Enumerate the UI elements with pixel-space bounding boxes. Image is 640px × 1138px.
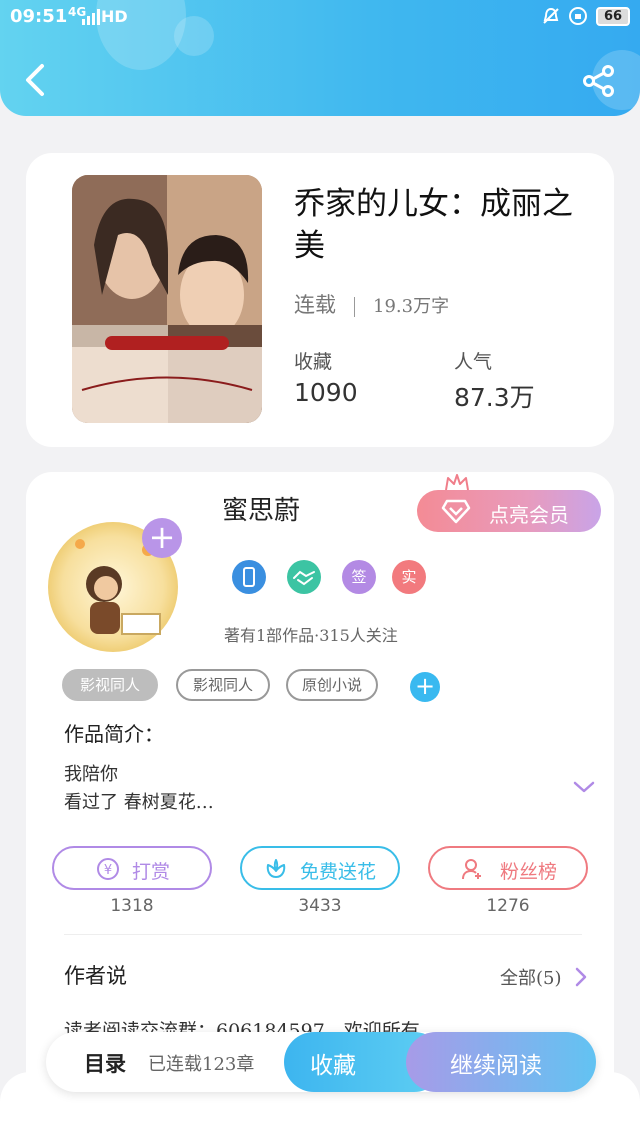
add-tag-button[interactable]: + <box>410 672 440 702</box>
chevron-right-icon[interactable] <box>574 966 588 988</box>
toc-button[interactable]: 目录 <box>84 1048 126 1078</box>
status-time: 09:51 <box>10 6 68 27</box>
fans-count: 1276 <box>486 896 530 916</box>
continue-reading-label: 继续阅读 <box>450 1053 542 1079</box>
serial-status: 连载 <box>294 293 336 317</box>
flower-count: 3433 <box>298 896 342 916</box>
flower-icon <box>266 859 286 878</box>
phone-icon <box>243 567 255 587</box>
chapter-count[interactable]: 已连载123章 <box>148 1050 254 1076</box>
vip-button-label: 点亮会员 <box>489 503 569 527</box>
back-arrow-icon[interactable] <box>20 62 50 98</box>
intro-title: 作品简介： <box>64 722 164 746</box>
tag-item[interactable]: 影视同人 <box>62 669 158 701</box>
bell-muted-icon <box>543 7 559 24</box>
intro-line: 看过了 春树夏花… <box>64 792 214 813</box>
crown-icon <box>445 474 469 491</box>
book-meta: 连载 19.3万字 <box>294 289 449 319</box>
author-says-title: 作者说 <box>64 964 127 988</box>
book-title: 乔家的儿女：成丽之美 <box>294 186 573 264</box>
author-says-all-link[interactable]: 全部(5) <box>500 964 562 990</box>
word-count: 19.3万字 <box>373 296 450 317</box>
continue-reading-button[interactable]: 继续阅读 <box>406 1032 596 1092</box>
vip-activate-button[interactable]: 点亮会员 <box>417 490 601 532</box>
phone-badge-icon[interactable] <box>232 560 266 594</box>
popularity-stat-value: 87.3万 <box>454 383 535 412</box>
fans-icon <box>462 859 481 880</box>
book-cover-image[interactable] <box>72 175 262 423</box>
author-name: 蜜思蔚 <box>222 496 301 526</box>
yuan-icon: ¥ <box>97 858 119 880</box>
reward-label: 打赏 <box>132 861 171 883</box>
battery-indicator: 66 <box>596 7 630 26</box>
tag-item[interactable]: 影视同人 <box>176 669 270 701</box>
fans-rank-button[interactable]: 粉丝榜 <box>428 846 588 890</box>
follow-author-button[interactable]: + <box>142 518 182 558</box>
reward-button[interactable]: ¥ 打赏 <box>52 846 212 890</box>
header: 09:51 4G HD 66 <box>0 0 640 116</box>
fans-rank-label: 粉丝榜 <box>500 861 558 883</box>
add-to-shelf-label: 收藏 <box>310 1053 356 1079</box>
status-network: HD <box>101 7 128 26</box>
meta-divider <box>354 296 355 317</box>
diamond-icon <box>441 499 471 524</box>
send-flower-button[interactable]: 免费送花 <box>240 846 400 890</box>
intro-line: 我陪你 <box>64 764 118 785</box>
handshake-badge-icon[interactable] <box>287 560 321 594</box>
collect-stat-value: 1090 <box>294 378 358 407</box>
chevron-down-icon[interactable] <box>572 778 596 796</box>
send-flower-label: 免费送花 <box>300 861 377 883</box>
reward-count: 1318 <box>110 896 154 916</box>
alarm-icon <box>569 7 587 25</box>
real-badge-icon[interactable]: 实 <box>392 560 426 594</box>
collect-stat-label: 收藏 <box>294 351 333 373</box>
cover-illustration <box>72 175 262 423</box>
section-divider <box>64 934 582 935</box>
bottom-action-bar: 目录 已连载123章 收藏 继续阅读 <box>46 1032 596 1092</box>
author-works-info: 著有1部作品·315人关注 <box>224 626 398 645</box>
share-icon[interactable] <box>582 64 616 98</box>
signal-icon <box>82 9 100 25</box>
popularity-stat-label: 人气 <box>454 351 493 373</box>
book-info-card: 乔家的儿女：成丽之美 连载 19.3万字 收藏 1090 人气 87.3万 <box>26 153 614 447</box>
svg-text:¥: ¥ <box>104 863 112 878</box>
status-bar: 09:51 4G HD 66 <box>0 0 640 34</box>
tag-item[interactable]: 原创小说 <box>286 669 378 701</box>
handshake-icon <box>293 570 315 586</box>
sign-badge-icon[interactable]: 签 <box>342 560 376 594</box>
